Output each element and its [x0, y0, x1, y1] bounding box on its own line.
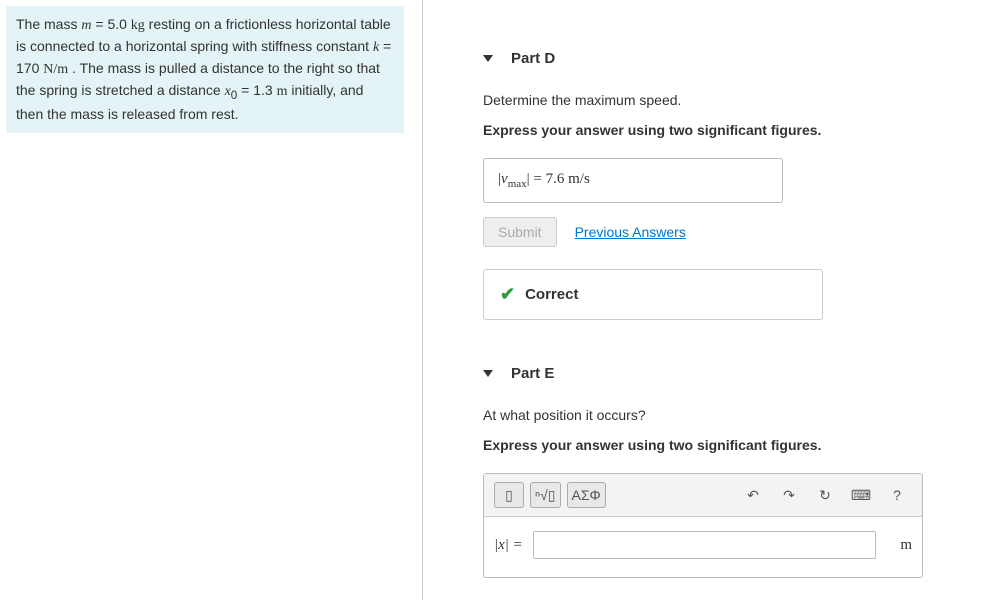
reset-icon[interactable]: ↻	[810, 482, 840, 508]
redo-icon[interactable]: ↷	[774, 482, 804, 508]
part-e-section: Part E At what position it occurs? Expre…	[483, 365, 963, 578]
answer-panel: Part D Determine the maximum speed. Expr…	[423, 0, 993, 600]
problem-statement: The mass m = 5.0 kg resting on a frictio…	[6, 6, 404, 133]
part-e-header[interactable]: Part E	[483, 365, 963, 382]
part-e-prompt: At what position it occurs?	[483, 407, 963, 423]
answer-input[interactable]	[533, 531, 877, 559]
unit-label: m	[886, 537, 912, 554]
feedback-correct: ✔ Correct	[483, 269, 823, 320]
templates-icon[interactable]: ▯	[494, 482, 524, 508]
part-d-prompt: Determine the maximum speed.	[483, 92, 963, 108]
part-d-header[interactable]: Part D	[483, 50, 963, 67]
greek-letters-icon[interactable]: ΑΣΦ	[567, 482, 606, 508]
part-e-title: Part E	[511, 365, 554, 382]
undo-icon[interactable]: ↶	[738, 482, 768, 508]
feedback-text: Correct	[525, 286, 578, 303]
help-icon[interactable]: ?	[882, 482, 912, 508]
part-d-instructions: Express your answer using two significan…	[483, 122, 963, 138]
chevron-down-icon	[483, 55, 493, 62]
answer-input-container: ▯ ⁿ√▯ ΑΣΦ ↶ ↷ ↻ ⌨ ? |x| = m	[483, 473, 923, 578]
equation-toolbar: ▯ ⁿ√▯ ΑΣΦ ↶ ↷ ↻ ⌨ ?	[484, 474, 922, 517]
part-e-instructions: Express your answer using two significan…	[483, 437, 963, 453]
problem-statement-panel: The mass m = 5.0 kg resting on a frictio…	[0, 0, 422, 600]
part-d-title: Part D	[511, 50, 555, 67]
part-d-answer-display: |vmax| = 7.6 m/s	[483, 158, 783, 203]
part-d-section: Part D Determine the maximum speed. Expr…	[483, 50, 963, 320]
keyboard-icon[interactable]: ⌨	[846, 482, 876, 508]
submit-button: Submit	[483, 217, 557, 247]
previous-answers-link[interactable]: Previous Answers	[575, 224, 686, 240]
radical-icon[interactable]: ⁿ√▯	[530, 482, 561, 508]
chevron-down-icon	[483, 370, 493, 377]
variable-label: |x| =	[494, 537, 523, 554]
checkmark-icon: ✔	[500, 284, 515, 305]
